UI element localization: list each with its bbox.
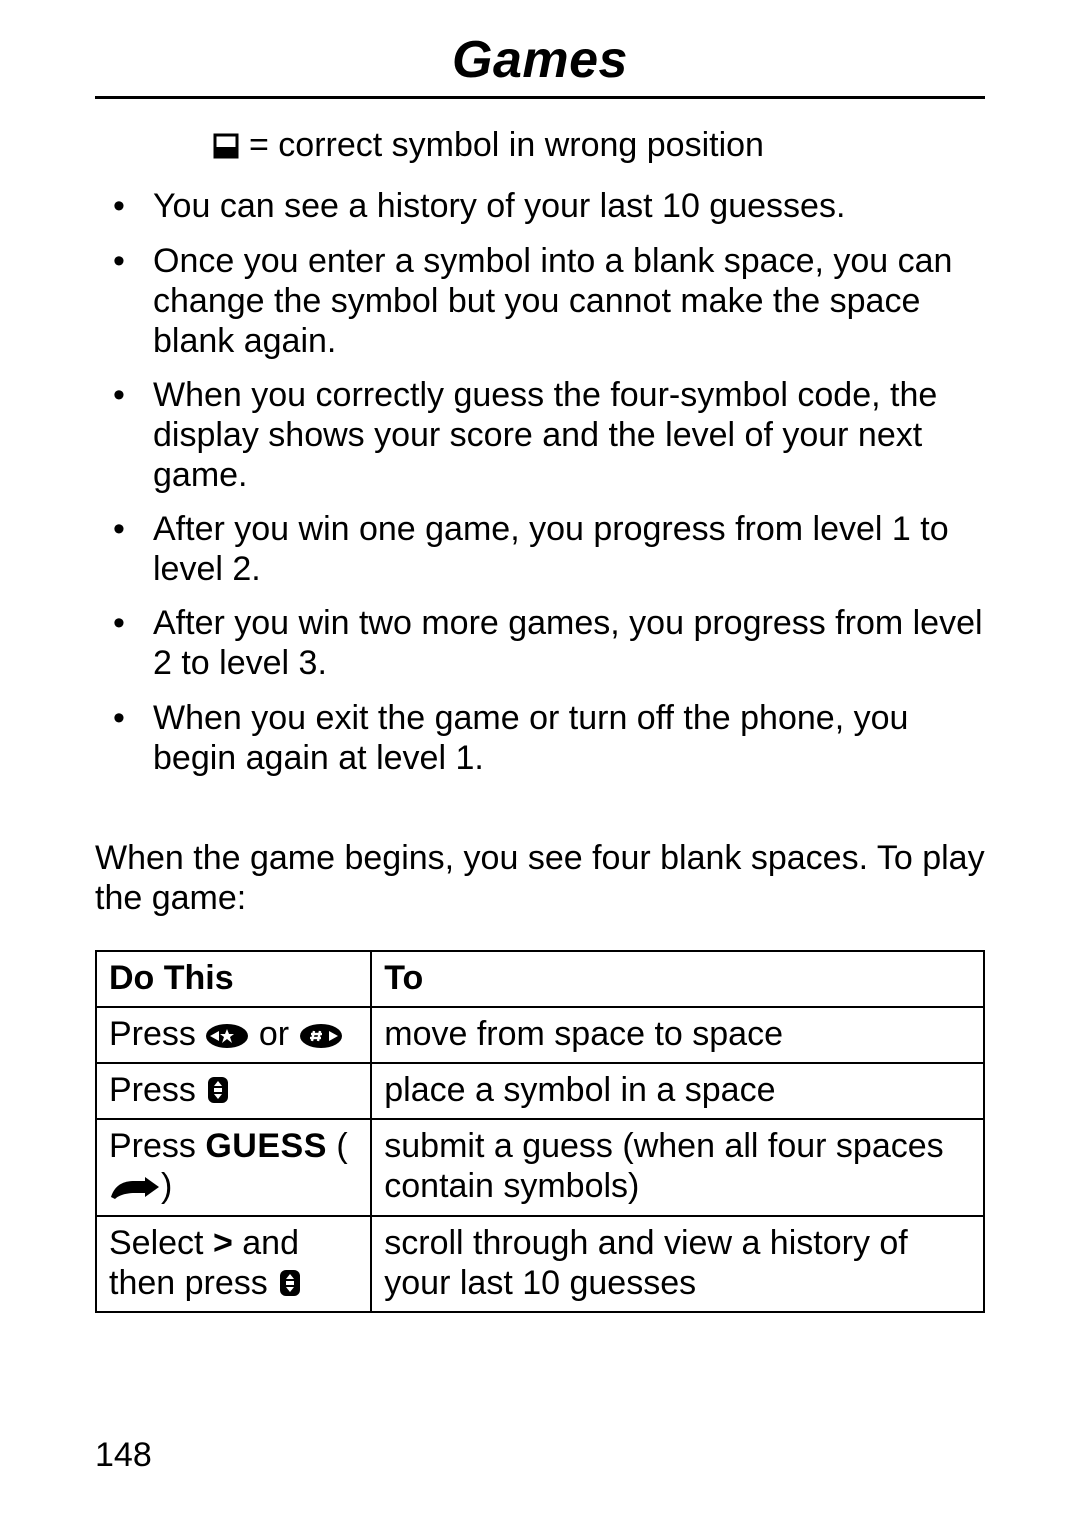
table-row: Press place a symbol in a space [96, 1063, 984, 1119]
cell-do: Press GUESS ( ) [96, 1119, 371, 1215]
list-item: When you correctly guess the four-symbol… [95, 375, 985, 495]
table-row: Press or [96, 1007, 984, 1063]
header-do-this: Do This [96, 951, 371, 1007]
list-item: After you win two more games, you progre… [95, 603, 985, 683]
page-title: Games [95, 30, 985, 90]
text: or [259, 1015, 299, 1053]
list-item: After you win one game, you progress fro… [95, 509, 985, 589]
text: Press [109, 1015, 205, 1053]
controls-table: Do This To Press or [95, 950, 985, 1313]
greater-than-symbol: > [213, 1224, 233, 1262]
legend-text: = correct symbol in wrong position [249, 127, 764, 164]
left-star-key-icon [205, 1023, 249, 1049]
table-row: Select > and then press scroll through a… [96, 1216, 984, 1312]
scroll-key-icon [277, 1268, 303, 1298]
cell-do: Select > and then press [96, 1216, 371, 1312]
scroll-key-icon [205, 1075, 231, 1105]
guess-label: GUESS [205, 1127, 327, 1165]
table-row: Press GUESS ( ) submit a guess (when all… [96, 1119, 984, 1215]
half-square-icon [213, 133, 239, 159]
manual-page: Games = correct symbol in wrong position… [0, 0, 1080, 1525]
text: Press [109, 1127, 205, 1165]
bullet-list: You can see a history of your last 10 gu… [95, 186, 985, 777]
cell-to: place a symbol in a space [371, 1063, 984, 1119]
legend-row: = correct symbol in wrong position [213, 127, 985, 164]
title-divider [95, 96, 985, 99]
table-header-row: Do This To [96, 951, 984, 1007]
text: Select [109, 1224, 213, 1262]
list-item: You can see a history of your last 10 gu… [95, 186, 985, 226]
header-to: To [371, 951, 984, 1007]
text: ) [161, 1167, 172, 1205]
cell-do: Press or [96, 1007, 371, 1063]
cell-to: submit a guess (when all four spaces con… [371, 1119, 984, 1215]
list-item: Once you enter a symbol into a blank spa… [95, 241, 985, 361]
intro-paragraph: When the game begins, you see four blank… [95, 838, 985, 918]
softkey-arrow-icon [109, 1177, 161, 1201]
right-hash-key-icon [299, 1023, 343, 1049]
cell-to: move from space to space [371, 1007, 984, 1063]
text: Press [109, 1071, 205, 1109]
text: ( [336, 1127, 347, 1165]
cell-do: Press [96, 1063, 371, 1119]
cell-to: scroll through and view a history of you… [371, 1216, 984, 1312]
list-item: When you exit the game or turn off the p… [95, 698, 985, 778]
page-number: 148 [95, 1436, 152, 1475]
